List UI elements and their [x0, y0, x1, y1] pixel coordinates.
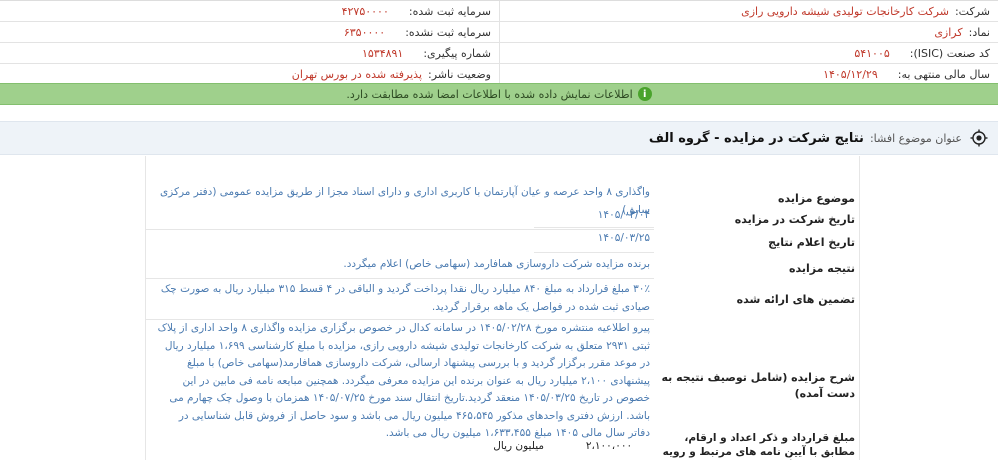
detail-row-description: شرح مزایده (شامل توصیف نتیجه به دست آمده…: [146, 320, 859, 439]
status-cell: وضعیت ناشر: پذیرفته شده در بورس تهران: [0, 64, 499, 84]
subject-title: نتایج شرکت در مزایده - گروه الف: [648, 130, 864, 146]
contract-amount-unit: میلیون ریال: [493, 440, 544, 452]
registered-capital-value: ۴۲۷۵۰۰۰۰: [341, 4, 389, 18]
info-row: شرکت: شرکت کارخانجات تولیدی شیشه دارویی …: [0, 1, 998, 22]
fiscal-year-cell: سال مالی منتهی به: ۱۴۰۵/۱۲/۲۹: [499, 64, 998, 84]
detail-row-results-date: تاریخ اعلام نتایج ۱۴۰۵/۰۳/۲۵: [146, 229, 859, 253]
info-row: کد صنعت (ISIC): ۵۴۱۰۰۵ شماره پیگیری: ۱۵۳…: [0, 43, 998, 64]
registered-capital-label: سرمایه ثبت شده:: [408, 4, 491, 18]
status-label: وضعیت ناشر:: [428, 67, 491, 81]
symbol-cell: نماد: کرازی: [499, 22, 998, 42]
info-row: نماد: کرازی سرمایه ثبت نشده: ۶۳۵۰۰۰۰: [0, 22, 998, 43]
detail-label: مبلغ قرارداد و ذکر اعداد و ارقام، مطابق …: [662, 432, 855, 458]
tracking-label: شماره پیگیری:: [423, 46, 491, 60]
detail-value: ۳۰٪ مبلغ قرارداد به مبلغ ۸۴۰ میلیارد ریا…: [146, 280, 654, 320]
detail-row-guarantees: تضمین های ارائه شده ۳۰٪ مبلغ قرارداد به …: [146, 280, 859, 320]
auction-details: موضوع مزایده واگذاری ۸ واحد عرصه و عیان …: [145, 156, 860, 460]
contract-amount-value: ۲،۱۰۰،۰۰۰: [585, 440, 633, 452]
company-cell: شرکت: شرکت کارخانجات تولیدی شیشه دارویی …: [499, 1, 998, 21]
info-icon: i: [637, 87, 652, 101]
detail-label: شرح مزایده (شامل توصیف نتیجه به دست آمده…: [661, 371, 856, 400]
signature-verified-alert: i اطلاعات نمایش داده شده با اطلاعات امضا…: [0, 83, 998, 105]
detail-label: تاریخ شرکت در مزایده: [734, 213, 855, 226]
unregistered-capital-cell: سرمایه ثبت نشده: ۶۳۵۰۰۰۰: [0, 22, 499, 42]
status-value: پذیرفته شده در بورس تهران: [291, 67, 423, 81]
fiscal-year-label: سال مالی منتهی به:: [897, 67, 990, 81]
isic-cell: کد صنعت (ISIC): ۵۴۱۰۰۵: [499, 43, 998, 63]
detail-row-participation-date: تاریخ شرکت در مزایده ۱۴۰۵/۰۳/۰۴: [146, 204, 859, 228]
registered-capital-cell: سرمایه ثبت شده: ۴۲۷۵۰۰۰۰: [0, 1, 499, 21]
fiscal-year-value: ۱۴۰۵/۱۲/۲۹: [823, 67, 878, 81]
subject-label: عنوان موضوع افشا:: [869, 131, 962, 145]
target-icon: [970, 129, 988, 147]
detail-row-contract-amount: مبلغ قرارداد و ذکر اعداد و ارقام، مطابق …: [146, 430, 859, 460]
detail-label: تاریخ اعلام نتایج: [768, 236, 855, 249]
detail-value: ۱۴۰۵/۰۳/۲۵: [534, 229, 654, 253]
alert-message: اطلاعات نمایش داده شده با اطلاعات امضا ش…: [346, 87, 633, 101]
detail-label: تضمین های ارائه شده: [736, 293, 855, 306]
detail-row-result: نتیجه مزایده برنده مزایده شرکت داروسازی …: [146, 255, 859, 279]
info-row: سال مالی منتهی به: ۱۴۰۵/۱۲/۲۹ وضعیت ناشر…: [0, 64, 998, 85]
detail-label: نتیجه مزایده: [789, 262, 855, 275]
company-label: شرکت:: [954, 4, 990, 18]
tracking-cell: شماره پیگیری: ۱۵۳۴۸۹۱: [0, 43, 499, 63]
symbol-label: نماد:: [968, 25, 990, 39]
company-info-table: شرکت: شرکت کارخانجات تولیدی شیشه دارویی …: [0, 0, 998, 85]
detail-value: پیرو اطلاعیه منتشره مورخ ۱۴۰۵/۰۲/۲۸ در س…: [157, 322, 650, 439]
company-value[interactable]: شرکت کارخانجات تولیدی شیشه دارویی رازی: [741, 5, 949, 18]
subject-bar: عنوان موضوع افشا: نتایج شرکت در مزایده -…: [0, 121, 998, 155]
unregistered-capital-label: سرمایه ثبت نشده:: [405, 25, 491, 39]
contract-amount: ۲،۱۰۰،۰۰۰ میلیون ریال: [146, 430, 654, 460]
tracking-value: ۱۵۳۴۸۹۱: [361, 46, 404, 60]
detail-value: برنده مزایده شرکت داروسازی همافارمد (سها…: [146, 255, 654, 279]
isic-value: ۵۴۱۰۰۵: [854, 46, 890, 60]
isic-label: کد صنعت (ISIC):: [909, 46, 990, 60]
detail-value: ۱۴۰۵/۰۳/۰۴: [534, 204, 654, 228]
symbol-value[interactable]: کرازی: [934, 26, 962, 39]
unregistered-capital-value: ۶۳۵۰۰۰۰: [343, 25, 386, 39]
